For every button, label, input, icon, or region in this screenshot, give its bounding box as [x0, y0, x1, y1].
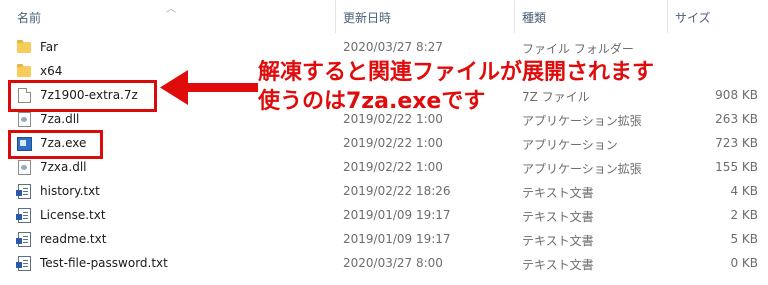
file-name: 7za.dll	[40, 112, 80, 126]
file-row-license[interactable]: License.txt 2019/01/09 19:17 テキスト文書 2 KB	[0, 204, 768, 227]
file-type: アプリケーション拡張	[522, 162, 642, 176]
column-divider[interactable]	[667, 0, 668, 33]
file-name: License.txt	[40, 208, 106, 222]
highlight-box-archive	[8, 80, 157, 112]
file-size: 0 KB	[730, 256, 758, 270]
folder-icon	[17, 40, 31, 53]
highlight-box-exe	[8, 130, 103, 159]
text-file-icon	[16, 232, 31, 247]
file-size: 5 KB	[730, 232, 758, 246]
file-name: 7zxa.dll	[40, 160, 87, 174]
column-header-size[interactable]: サイズ	[675, 9, 711, 26]
sort-ascending-icon: ︿	[166, 4, 176, 15]
column-header-type[interactable]: 種類	[522, 9, 546, 26]
text-file-icon	[16, 256, 31, 271]
folder-icon	[17, 64, 31, 77]
file-date: 2019/01/09 19:17	[343, 208, 451, 222]
file-row-far[interactable]: Far 2020/03/27 8:27 ファイル フォルダー	[0, 36, 768, 59]
column-header-name[interactable]: 名前	[17, 9, 41, 26]
file-date: 2019/01/09 19:17	[343, 232, 451, 246]
annotation-line-2: 使うのは7za.exeです	[258, 89, 486, 114]
file-row-7za-exe[interactable]: 7za.exe 2019/02/22 1:00 アプリケーション 723 KB	[0, 132, 768, 155]
dll-file-icon	[18, 112, 31, 127]
file-name: Far	[40, 40, 59, 54]
file-name: history.txt	[40, 184, 100, 198]
file-size: 155 KB	[715, 160, 758, 174]
file-type: テキスト文書	[522, 258, 594, 272]
file-size: 908 KB	[715, 88, 758, 102]
column-header-bar: ︿ 名前 更新日時 種類 サイズ	[0, 0, 768, 33]
file-date: 2020/03/27 8:27	[343, 40, 443, 54]
file-date: 2019/02/22 1:00	[343, 160, 443, 174]
column-header-date[interactable]: 更新日時	[343, 9, 391, 26]
file-type: テキスト文書	[522, 234, 594, 248]
file-type: テキスト文書	[522, 210, 594, 224]
text-file-icon	[16, 208, 31, 223]
file-type: ファイル フォルダー	[522, 42, 634, 56]
file-name: x64	[40, 64, 63, 78]
file-row-history[interactable]: history.txt 2019/02/22 18:26 テキスト文書 4 KB	[0, 180, 768, 203]
dll-file-icon	[18, 160, 31, 175]
annotation-callout: 解凍すると関連ファイルが展開されます 使うのは7za.exeです	[258, 58, 654, 116]
file-name: readme.txt	[40, 232, 107, 246]
file-type: アプリケーション	[522, 138, 618, 152]
text-file-icon	[16, 184, 31, 199]
file-size: 4 KB	[730, 184, 758, 198]
file-row-test-file-password[interactable]: Test-file-password.txt 2020/03/27 8:00 テ…	[0, 252, 768, 275]
column-divider[interactable]	[514, 0, 515, 33]
annotation-line-1: 解凍すると関連ファイルが展開されます	[258, 60, 655, 85]
file-row-7zxa-dll[interactable]: 7zxa.dll 2019/02/22 1:00 アプリケーション拡張 155 …	[0, 156, 768, 179]
file-size: 2 KB	[730, 208, 758, 222]
file-type: テキスト文書	[522, 186, 594, 200]
file-size: 723 KB	[715, 136, 758, 150]
file-date: 2019/02/22 18:26	[343, 184, 451, 198]
arrow-left-icon	[160, 70, 258, 105]
file-row-readme[interactable]: readme.txt 2019/01/09 19:17 テキスト文書 5 KB	[0, 228, 768, 251]
file-name: Test-file-password.txt	[40, 256, 168, 270]
file-date: 2020/03/27 8:00	[343, 256, 443, 270]
column-divider[interactable]	[335, 0, 336, 33]
file-date: 2019/02/22 1:00	[343, 136, 443, 150]
file-size: 263 KB	[715, 112, 758, 126]
